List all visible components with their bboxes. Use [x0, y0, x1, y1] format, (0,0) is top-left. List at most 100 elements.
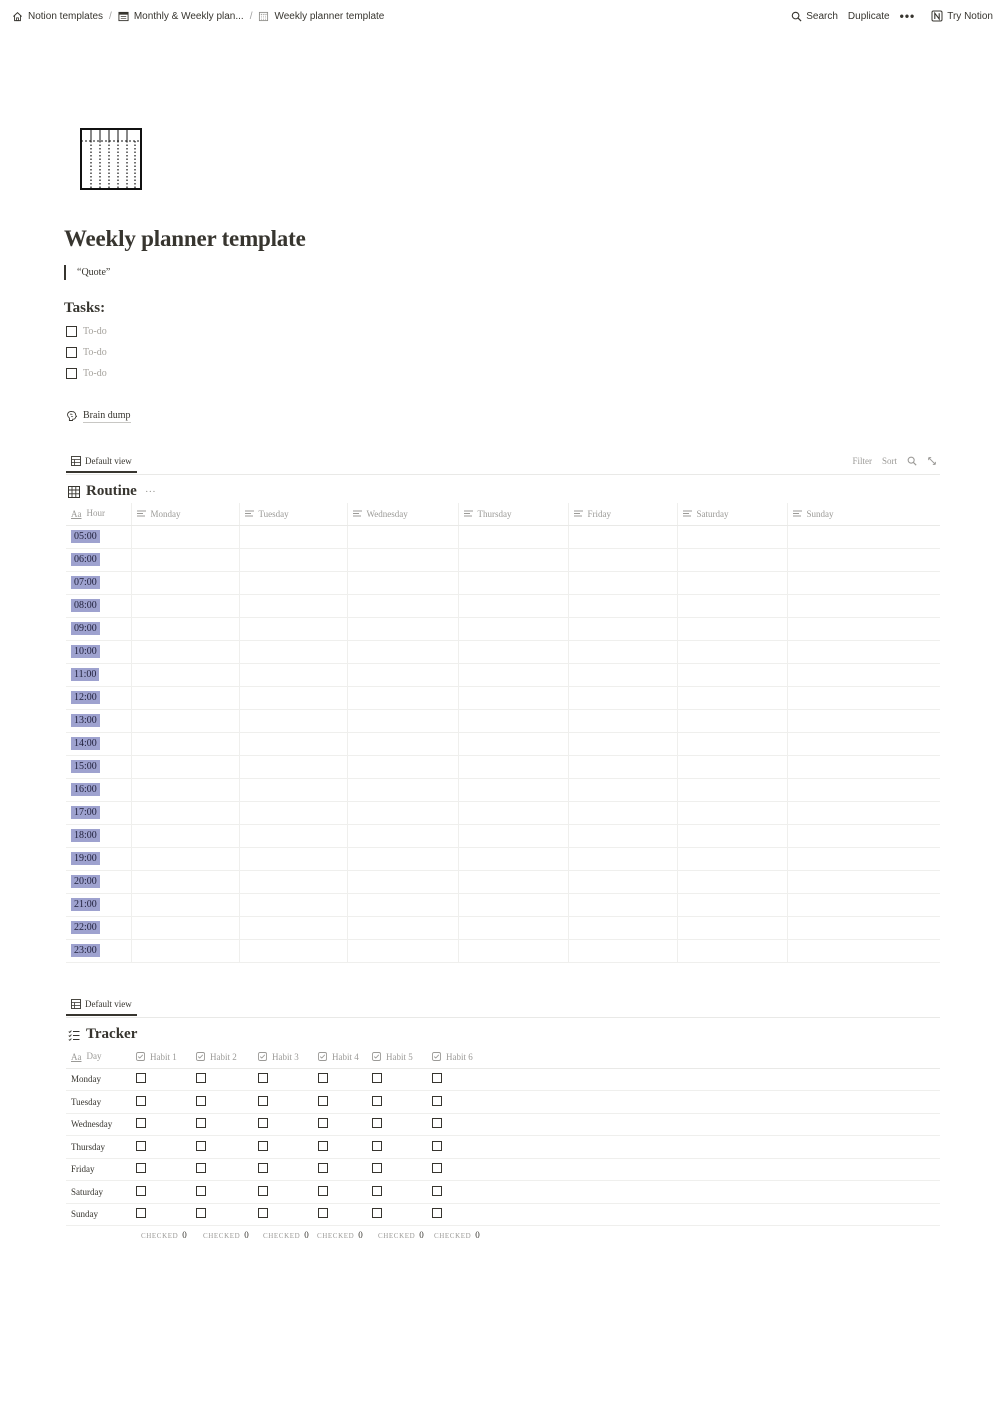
habit-checkbox[interactable]: [432, 1073, 442, 1084]
routine-cell-sunday[interactable]: [786, 801, 940, 825]
habit-checkbox[interactable]: [196, 1163, 206, 1174]
habit-checkbox[interactable]: [372, 1185, 382, 1196]
routine-cell-thursday[interactable]: [457, 824, 568, 848]
routine-cell-sunday[interactable]: [786, 893, 940, 917]
routine-cell-monday[interactable]: [130, 847, 239, 871]
routine-cell-sunday[interactable]: [786, 686, 940, 710]
habit-checkbox[interactable]: [258, 1095, 268, 1106]
hour-cell[interactable]: 22:00: [66, 916, 131, 940]
routine-cell-tuesday[interactable]: [238, 939, 347, 963]
column-header-habit-5[interactable]: Habit 5: [367, 1046, 427, 1069]
routine-cell-friday[interactable]: [567, 525, 677, 549]
routine-cell-tuesday[interactable]: [238, 663, 347, 687]
routine-cell-saturday[interactable]: [676, 801, 787, 825]
routine-cell-tuesday[interactable]: [238, 916, 347, 940]
routine-cell-tuesday[interactable]: [238, 755, 347, 779]
habit-checkbox[interactable]: [258, 1118, 268, 1129]
habit-checkbox[interactable]: [196, 1140, 206, 1151]
routine-cell-sunday[interactable]: [786, 732, 940, 756]
routine-cell-wednesday[interactable]: [346, 824, 458, 848]
habit-checkbox[interactable]: [196, 1118, 206, 1129]
routine-cell-wednesday[interactable]: [346, 617, 458, 641]
breadcrumb-item-weekly-planner[interactable]: Weekly planner template: [258, 11, 384, 22]
routine-cell-tuesday[interactable]: [238, 893, 347, 917]
habit-checkbox[interactable]: [318, 1140, 328, 1151]
routine-cell-thursday[interactable]: [457, 870, 568, 894]
hour-cell[interactable]: 23:00: [66, 939, 131, 963]
routine-cell-wednesday[interactable]: [346, 686, 458, 710]
duplicate-button[interactable]: Duplicate: [848, 11, 890, 22]
habit-checkbox[interactable]: [318, 1185, 328, 1196]
habit-checkbox[interactable]: [258, 1073, 268, 1084]
hour-cell[interactable]: 12:00: [66, 686, 131, 710]
hour-cell[interactable]: 21:00: [66, 893, 131, 917]
routine-cell-monday[interactable]: [130, 571, 239, 595]
routine-cell-thursday[interactable]: [457, 686, 568, 710]
hour-cell[interactable]: 20:00: [66, 870, 131, 894]
routine-cell-monday[interactable]: [130, 916, 239, 940]
routine-cell-sunday[interactable]: [786, 870, 940, 894]
routine-cell-friday[interactable]: [567, 824, 677, 848]
habit-checkbox[interactable]: [432, 1140, 442, 1151]
routine-cell-friday[interactable]: [567, 617, 677, 641]
routine-cell-friday[interactable]: [567, 755, 677, 779]
habit-checkbox[interactable]: [372, 1118, 382, 1129]
column-header-habit-2[interactable]: Habit 2: [191, 1046, 253, 1069]
calculation-checked[interactable]: CHECKED 0: [317, 1230, 363, 1240]
routine-cell-friday[interactable]: [567, 686, 677, 710]
routine-cell-tuesday[interactable]: [238, 778, 347, 802]
routine-cell-sunday[interactable]: [786, 594, 940, 618]
routine-cell-monday[interactable]: [130, 755, 239, 779]
routine-cell-saturday[interactable]: [676, 824, 787, 848]
routine-cell-saturday[interactable]: [676, 663, 787, 687]
routine-cell-friday[interactable]: [567, 870, 677, 894]
routine-cell-friday[interactable]: [567, 571, 677, 595]
routine-cell-sunday[interactable]: [786, 824, 940, 848]
routine-cell-thursday[interactable]: [457, 709, 568, 733]
routine-cell-monday[interactable]: [130, 709, 239, 733]
routine-cell-sunday[interactable]: [786, 548, 940, 572]
hour-cell[interactable]: 11:00: [66, 663, 131, 687]
habit-checkbox[interactable]: [196, 1095, 206, 1106]
habit-checkbox[interactable]: [432, 1163, 442, 1174]
habit-checkbox[interactable]: [318, 1095, 328, 1106]
routine-cell-wednesday[interactable]: [346, 893, 458, 917]
routine-cell-friday[interactable]: [567, 801, 677, 825]
routine-cell-friday[interactable]: [567, 939, 677, 963]
routine-cell-wednesday[interactable]: [346, 847, 458, 871]
routine-cell-friday[interactable]: [567, 663, 677, 687]
todo-label[interactable]: To-do: [83, 326, 107, 337]
routine-cell-tuesday[interactable]: [238, 594, 347, 618]
habit-checkbox[interactable]: [318, 1163, 328, 1174]
routine-cell-friday[interactable]: [567, 548, 677, 572]
brain-dump-link[interactable]: Brain dump: [66, 409, 131, 423]
routine-cell-wednesday[interactable]: [346, 663, 458, 687]
routine-cell-thursday[interactable]: [457, 939, 568, 963]
column-header-habit-1[interactable]: Habit 1: [131, 1046, 191, 1069]
routine-cell-sunday[interactable]: [786, 571, 940, 595]
routine-cell-sunday[interactable]: [786, 916, 940, 940]
routine-cell-monday[interactable]: [130, 801, 239, 825]
calculation-checked[interactable]: CHECKED 0: [263, 1230, 309, 1240]
routine-cell-thursday[interactable]: [457, 801, 568, 825]
routine-cell-sunday[interactable]: [786, 755, 940, 779]
routine-cell-tuesday[interactable]: [238, 640, 347, 664]
breadcrumb-item-notion-templates[interactable]: Notion templates: [12, 11, 103, 22]
routine-cell-saturday[interactable]: [676, 548, 787, 572]
routine-cell-wednesday[interactable]: [346, 709, 458, 733]
calculation-checked[interactable]: CHECKED 0: [141, 1230, 187, 1240]
todo-checkbox[interactable]: [66, 368, 77, 379]
habit-checkbox[interactable]: [136, 1140, 146, 1151]
hour-cell[interactable]: 09:00: [66, 617, 131, 641]
routine-cell-wednesday[interactable]: [346, 939, 458, 963]
habit-checkbox[interactable]: [136, 1073, 146, 1084]
routine-cell-monday[interactable]: [130, 778, 239, 802]
habit-checkbox[interactable]: [372, 1095, 382, 1106]
habit-checkbox[interactable]: [258, 1163, 268, 1174]
habit-checkbox[interactable]: [136, 1185, 146, 1196]
routine-cell-sunday[interactable]: [786, 525, 940, 549]
routine-cell-tuesday[interactable]: [238, 548, 347, 572]
day-cell[interactable]: Wednesday: [66, 1113, 131, 1136]
routine-cell-saturday[interactable]: [676, 755, 787, 779]
routine-cell-tuesday[interactable]: [238, 617, 347, 641]
